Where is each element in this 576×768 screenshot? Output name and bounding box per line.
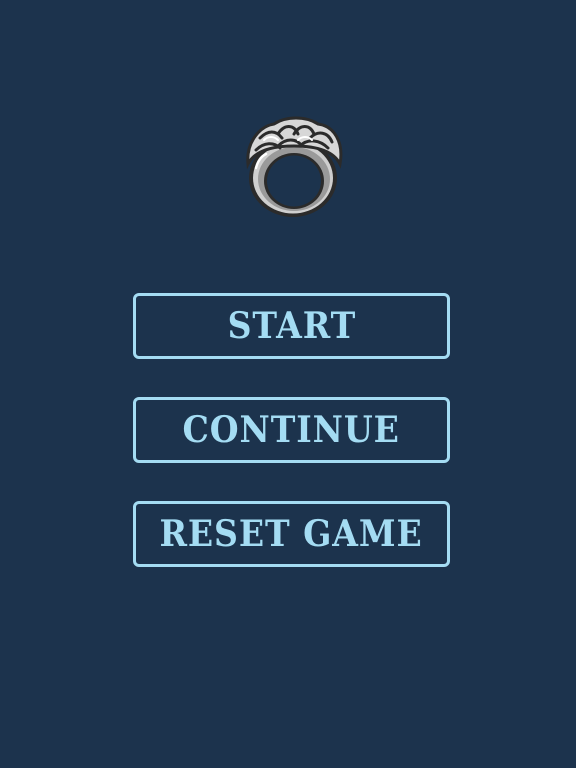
start-button[interactable]: START (133, 293, 450, 359)
start-button-label: START (227, 305, 356, 347)
main-menu-screen: START CONTINUE RESET GAME (0, 0, 576, 768)
braided-ring-icon (246, 116, 343, 217)
reset-game-button[interactable]: RESET GAME (133, 501, 450, 567)
reset-game-button-label: RESET GAME (159, 513, 424, 555)
continue-button[interactable]: CONTINUE (133, 397, 450, 463)
continue-button-label: CONTINUE (182, 409, 401, 451)
